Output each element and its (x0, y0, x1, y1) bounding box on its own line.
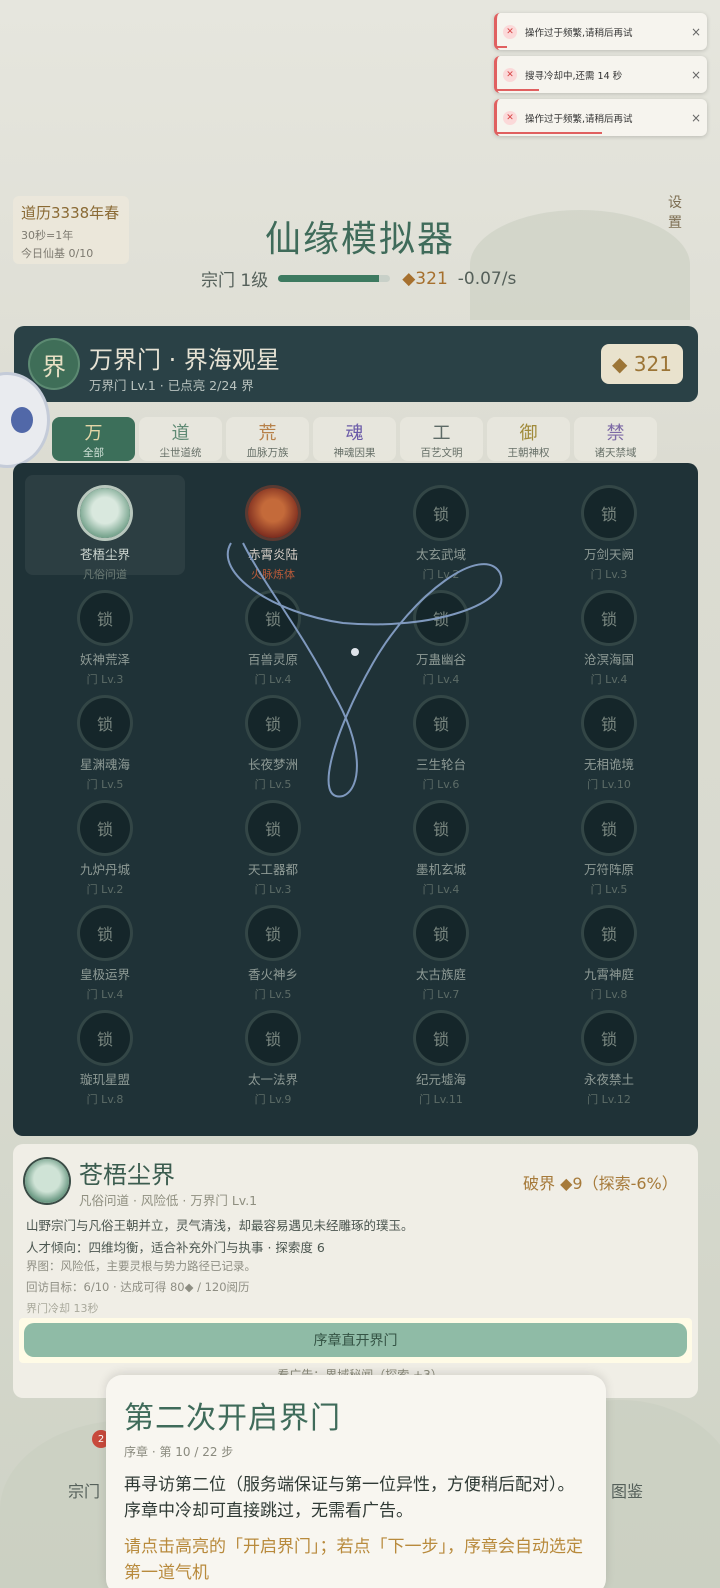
tutorial-body: 再寻访第二位（服务端保证与第一位异性，方便稍后配对）。序章中冷却可直接跳过，无需… (124, 1475, 575, 1521)
tutorial-card: 第二次开启界门 序章 · 第 10 / 22 步 再寻访第二位（服务端保证与第一… (106, 1375, 606, 1588)
tab-label: 王朝神权 (507, 447, 550, 459)
tab-label: 神魂因果 (333, 447, 376, 459)
realm-meta: 凡俗问道 · 风险低 · 万界门 Lv.1 (79, 1193, 258, 1208)
tutorial-hint: 请点击高亮的「开启界门」；若点「下一步」，序章会自动选定第一道气机 (124, 1537, 583, 1583)
sect-progress-bar (278, 275, 391, 282)
realm-map: 界图：风险低，主要灵根与势力路径已记录。 (26, 1259, 256, 1273)
tab-label: 百艺文明 (420, 447, 463, 459)
open-gate-highlight: 序章直开界门 (19, 1318, 692, 1363)
tab-2[interactable]: 荒血脉万族 (226, 417, 309, 461)
tutorial-step: 序章 · 第 10 / 22 步 (124, 1445, 234, 1459)
tab-glyph: 荒 (258, 423, 277, 444)
open-gate-button[interactable]: 序章直开界门 (24, 1323, 687, 1357)
nav-sect[interactable]: 宗门 (68, 1478, 100, 1502)
error-icon: ✕ (503, 110, 517, 125)
break-realm-cost: 破界 ◆9（探索-6%） (523, 1174, 678, 1193)
close-toast-button[interactable]: × (685, 111, 707, 125)
tab-label: 诸天禁域 (594, 447, 637, 459)
tab-glyph: 魂 (345, 423, 364, 444)
realm-gate-subtitle: 万界门 Lv.1 · 已点亮 2/24 界 (89, 378, 254, 393)
spirit-stone-badge: ◆ 321 (601, 344, 683, 384)
close-toast-button[interactable]: × (685, 68, 707, 82)
close-toast-button[interactable]: × (685, 25, 707, 39)
sect-status: 宗门 1级 ◆321 -0.07/s (201, 266, 541, 292)
error-icon: ✕ (503, 67, 517, 82)
realm-grid: 苍梧尘界 凡俗问道 赤霄炎陆 火脉炼体锁太玄武域门 Lv.2 锁万剑天阙门 Lv.3 锁妖… (13, 463, 698, 1136)
spirit-rate: -0.07/s (457, 268, 517, 289)
toast-timer-bar (497, 89, 539, 91)
toast-notification: ✕ 搜寻冷却中,还需 14 秒 × (494, 56, 707, 93)
tab-label: 尘世道统 (159, 447, 202, 459)
realm-description: 山野宗门与凡俗王朝并立，灵气清浅，却最容易遇见未经雕琢的璞玉。 (26, 1218, 414, 1233)
toast-notification: ✕ 操作过于频繁,请稍后再试 × (494, 13, 707, 50)
realm-talent: 人才倾向：四维均衡，适合补充外门与执事 · 探索度 6 (26, 1240, 325, 1255)
realm-gate-emblem: 界 (30, 340, 78, 388)
error-icon: ✕ (503, 24, 517, 39)
realm-name: 苍梧尘界 (79, 1161, 175, 1189)
sect-level: 宗门 1级 (201, 271, 269, 291)
tab-4[interactable]: 工百艺文明 (400, 417, 483, 461)
tab-5[interactable]: 御王朝神权 (487, 417, 570, 461)
spirit-stone-count: ◆321 (402, 268, 448, 289)
tutorial-title: 第二次开启界门 (124, 1401, 341, 1436)
toast-text: 操作过于频繁,请稍后再试 (525, 113, 633, 125)
tab-0[interactable]: 万全部 (52, 417, 135, 461)
app-title: 仙缘模拟器 (264, 219, 455, 260)
tab-glyph: 万 (84, 423, 103, 444)
toast-timer-bar (497, 132, 602, 134)
tab-label: 全部 (83, 447, 104, 459)
revisit-goal: 回访目标：6/10 · 达成可得 80◆ / 120阅历 (26, 1280, 250, 1294)
realm-gate-title: 万界门 · 界海观星 (89, 346, 280, 374)
nav-codex[interactable]: 图鉴 (611, 1478, 643, 1502)
gate-cooldown: 界门冷却 13秒 (26, 1302, 99, 1315)
sect-progress-fill (278, 275, 380, 282)
tab-glyph: 工 (432, 423, 451, 444)
tab-glyph: 御 (519, 423, 538, 444)
toast-timer-bar (497, 46, 507, 48)
tab-glyph: 道 (171, 423, 190, 444)
toast-text: 搜寻冷却中,还需 14 秒 (525, 70, 623, 82)
toast-text: 操作过于频繁,请稍后再试 (525, 27, 633, 39)
gesture-trace-overlay (226, 542, 503, 798)
tab-3[interactable]: 魂神魂因果 (313, 417, 396, 461)
tab-glyph: 禁 (606, 423, 625, 444)
realm-thumbnail (25, 1159, 69, 1203)
tab-label: 血脉万族 (246, 447, 289, 459)
toast-notification: ✕ 操作过于频繁,请稍后再试 × (494, 99, 707, 136)
tab-1[interactable]: 道尘世道统 (139, 417, 222, 461)
tab-6[interactable]: 禁诸天禁域 (574, 417, 657, 461)
